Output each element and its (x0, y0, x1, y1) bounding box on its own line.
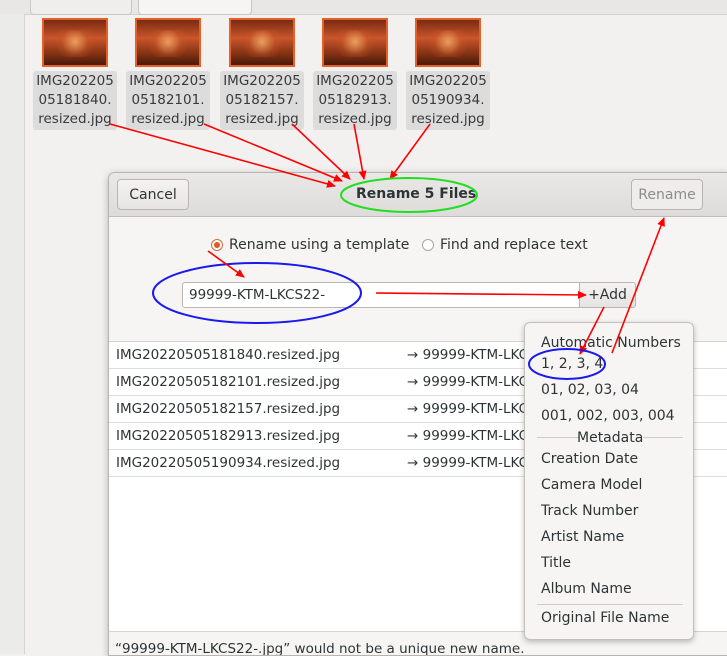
old-file-name: IMG20220505190934.resized.jpg (116, 455, 341, 471)
radio-find-replace-label: Find and replace text (440, 237, 588, 253)
old-file-name: IMG20220505182913.resized.jpg (116, 428, 341, 444)
menu-item-number-format[interactable]: 1, 2, 3, 4 (541, 356, 603, 372)
dialog-title: Rename 5 Files (356, 186, 477, 202)
old-file-name: IMG20220505182101.resized.jpg (116, 374, 341, 390)
menu-item-metadata[interactable]: Album Name (541, 581, 632, 597)
tab-strip (0, 0, 727, 15)
file-item[interactable]: IMG202205 05182101. resized.jpg (125, 18, 211, 130)
file-item[interactable]: IMG202205 05182157. resized.jpg (219, 18, 305, 130)
annotation-arrow (353, 123, 367, 180)
menu-item-number-format[interactable]: 01, 02, 03, 04 (541, 382, 639, 398)
new-file-name: → 99999-KTM-LKC (407, 401, 529, 417)
menu-item-number-format[interactable]: 001, 002, 003, 004 (541, 408, 675, 424)
old-file-name: IMG20220505181840.resized.jpg (116, 347, 341, 363)
new-file-name: → 99999-KTM-LKC (407, 455, 529, 471)
file-name: IMG202205 05190934. resized.jpg (406, 71, 490, 130)
file-name: IMG202205 05182157. resized.jpg (220, 71, 304, 130)
new-file-name: → 99999-KTM-LKC (407, 428, 529, 444)
dialog-headerbar: Cancel Rename 5 Files Rename (109, 173, 727, 217)
file-name: IMG202205 05182101. resized.jpg (126, 71, 210, 130)
file-item[interactable]: IMG202205 05190934. resized.jpg (405, 18, 491, 130)
menu-item-metadata[interactable]: Title (541, 555, 571, 571)
file-name: IMG202205 05181840. resized.jpg (33, 71, 117, 130)
radio-unselected-icon[interactable] (422, 239, 434, 251)
menu-item-metadata[interactable]: Camera Model (541, 477, 642, 493)
add-button[interactable]: +Add (579, 282, 636, 308)
radio-selected-icon[interactable] (211, 239, 223, 251)
template-input[interactable]: 99999-KTM-LKCS22- (182, 282, 580, 308)
image-thumbnail[interactable] (322, 18, 388, 67)
sidebar (0, 14, 25, 654)
menu-item-metadata[interactable]: Creation Date (541, 451, 638, 467)
radio-rename-template[interactable]: Rename using a template (211, 237, 409, 253)
add-menu-popover: Automatic Numbers 1, 2, 3, 4 01, 02, 03,… (524, 322, 694, 640)
file-item[interactable]: IMG202205 05182913. resized.jpg (312, 18, 398, 130)
file-item[interactable]: IMG202205 05181840. resized.jpg (32, 18, 118, 130)
annotation-arrow (389, 123, 431, 180)
radio-find-replace[interactable]: Find and replace text (422, 237, 588, 253)
cancel-button[interactable]: Cancel (117, 179, 189, 210)
tab-active[interactable] (138, 0, 252, 15)
radio-rename-template-label: Rename using a template (229, 237, 410, 253)
old-file-name: IMG20220505182157.resized.jpg (116, 401, 341, 417)
image-thumbnail[interactable] (135, 18, 201, 67)
menu-item-original-file-name[interactable]: Original File Name (541, 610, 669, 626)
image-thumbnail[interactable] (229, 18, 295, 67)
tab[interactable] (30, 0, 132, 15)
menu-divider (643, 437, 683, 438)
menu-item-metadata[interactable]: Track Number (541, 503, 638, 519)
image-thumbnail[interactable] (42, 18, 108, 67)
annotation-arrow (291, 123, 351, 180)
image-thumbnail[interactable] (415, 18, 481, 67)
new-file-name: → 99999-KTM-LKC (407, 374, 529, 390)
file-name: IMG202205 05182913. resized.jpg (313, 71, 397, 130)
menu-item-metadata[interactable]: Artist Name (541, 529, 624, 545)
automatic-numbers-header: Automatic Numbers (541, 335, 681, 351)
new-file-name: → 99999-KTM-LKC (407, 347, 529, 363)
menu-divider (537, 437, 579, 438)
menu-divider (537, 604, 683, 605)
rename-button[interactable]: Rename (631, 179, 703, 210)
metadata-header: Metadata (577, 430, 644, 446)
